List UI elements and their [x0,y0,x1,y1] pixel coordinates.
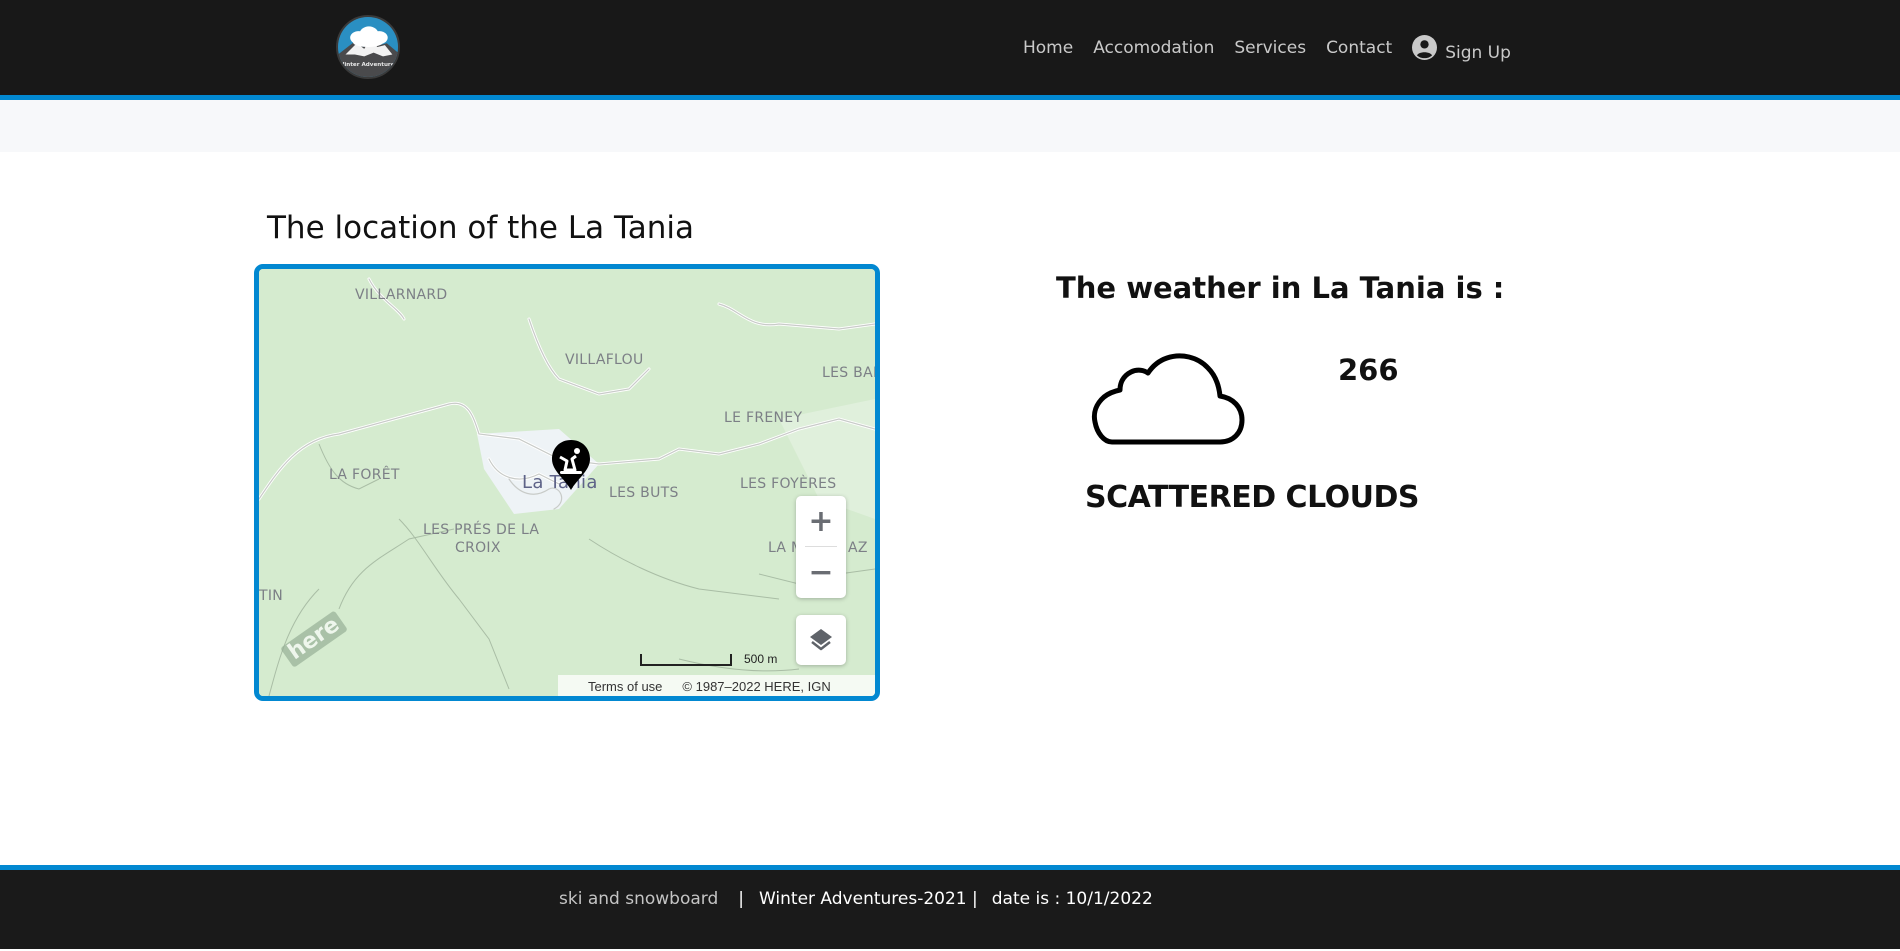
weather-description: SCATTERED CLOUDS [1085,480,1420,515]
nav-home[interactable]: Home [1023,38,1073,58]
nav-services[interactable]: Services [1234,38,1306,58]
map-label-la-foret: LA FORÊT [329,467,400,483]
site-footer: ski and snowboard | Winter Adventures-20… [0,870,1900,949]
weather-city: La Tania [1311,271,1446,305]
map-scale-bar [640,654,732,666]
signup-label: Sign Up [1445,43,1511,63]
snowboard-pin-icon[interactable] [550,439,592,491]
map-widget[interactable]: VILLARNARD VILLAFLOU LES BAR LE FRENEY L… [254,264,880,701]
signup-button[interactable]: Sign Up [1412,33,1511,63]
logo-text: Winter Adventures [338,62,398,68]
map-attribution: Terms of use © 1987–2022 HERE, IGN [558,675,875,696]
map-label-az: AZ [848,540,868,556]
footer-date: date is : 10/1/2022 [991,889,1153,909]
footer-tagline: ski and snowboard [559,889,719,909]
map-scale-label: 500 m [744,652,778,666]
layers-icon [810,629,832,651]
map-label-le-freney: LE FRENEY [724,410,803,426]
weather-heading: The weather in La Tania is : [1056,271,1504,305]
map-label-les-foyeres: LES FOYÈRES [740,476,837,492]
nav-contact[interactable]: Contact [1326,38,1392,58]
footer-text: ski and snowboard | Winter Adventures-20… [559,889,1153,909]
weather-value: 266 [1338,353,1399,387]
weather-prefix: The weather in [1056,271,1312,305]
map-zoom-control: + − [796,496,846,598]
map-label-tin: TIN [259,588,284,604]
nav-accomodation[interactable]: Accomodation [1093,38,1214,58]
terms-of-use-link[interactable]: Terms of use [588,679,662,694]
map-label-les-pres-de-la: LES PRÉS DE LA [423,522,540,538]
footer-brand: Winter Adventures-2021 | [758,889,978,909]
user-circle-icon [1412,34,1438,60]
map-layers-button[interactable] [796,615,846,665]
map-label-villaflou: VILLAFLOU [565,352,644,368]
map-label-les-bar: LES BAR [822,365,880,381]
sub-banner [0,100,1900,152]
main-nav: Home Accomodation Services Contact Sign … [1023,33,1511,63]
mountain-logo-icon: Winter Adventures [338,17,398,77]
location-title: The location of the La Tania [267,210,695,246]
map-copyright: © 1987–2022 HERE, IGN [682,678,831,694]
map-label-croix: CROIX [455,540,501,556]
weather-suffix: is : [1445,271,1505,305]
map-label-villarnard: VILLARNARD [355,287,448,303]
site-header: Winter Adventures Home Accomodation Serv… [0,0,1900,95]
footer-separator: | [738,889,744,909]
site-logo[interactable]: Winter Adventures [336,15,400,79]
map-label-les-buts: LES BUTS [609,485,679,501]
zoom-in-button[interactable]: + [796,496,846,546]
cloud-icon [1091,353,1245,445]
zoom-out-button[interactable]: − [796,547,846,597]
